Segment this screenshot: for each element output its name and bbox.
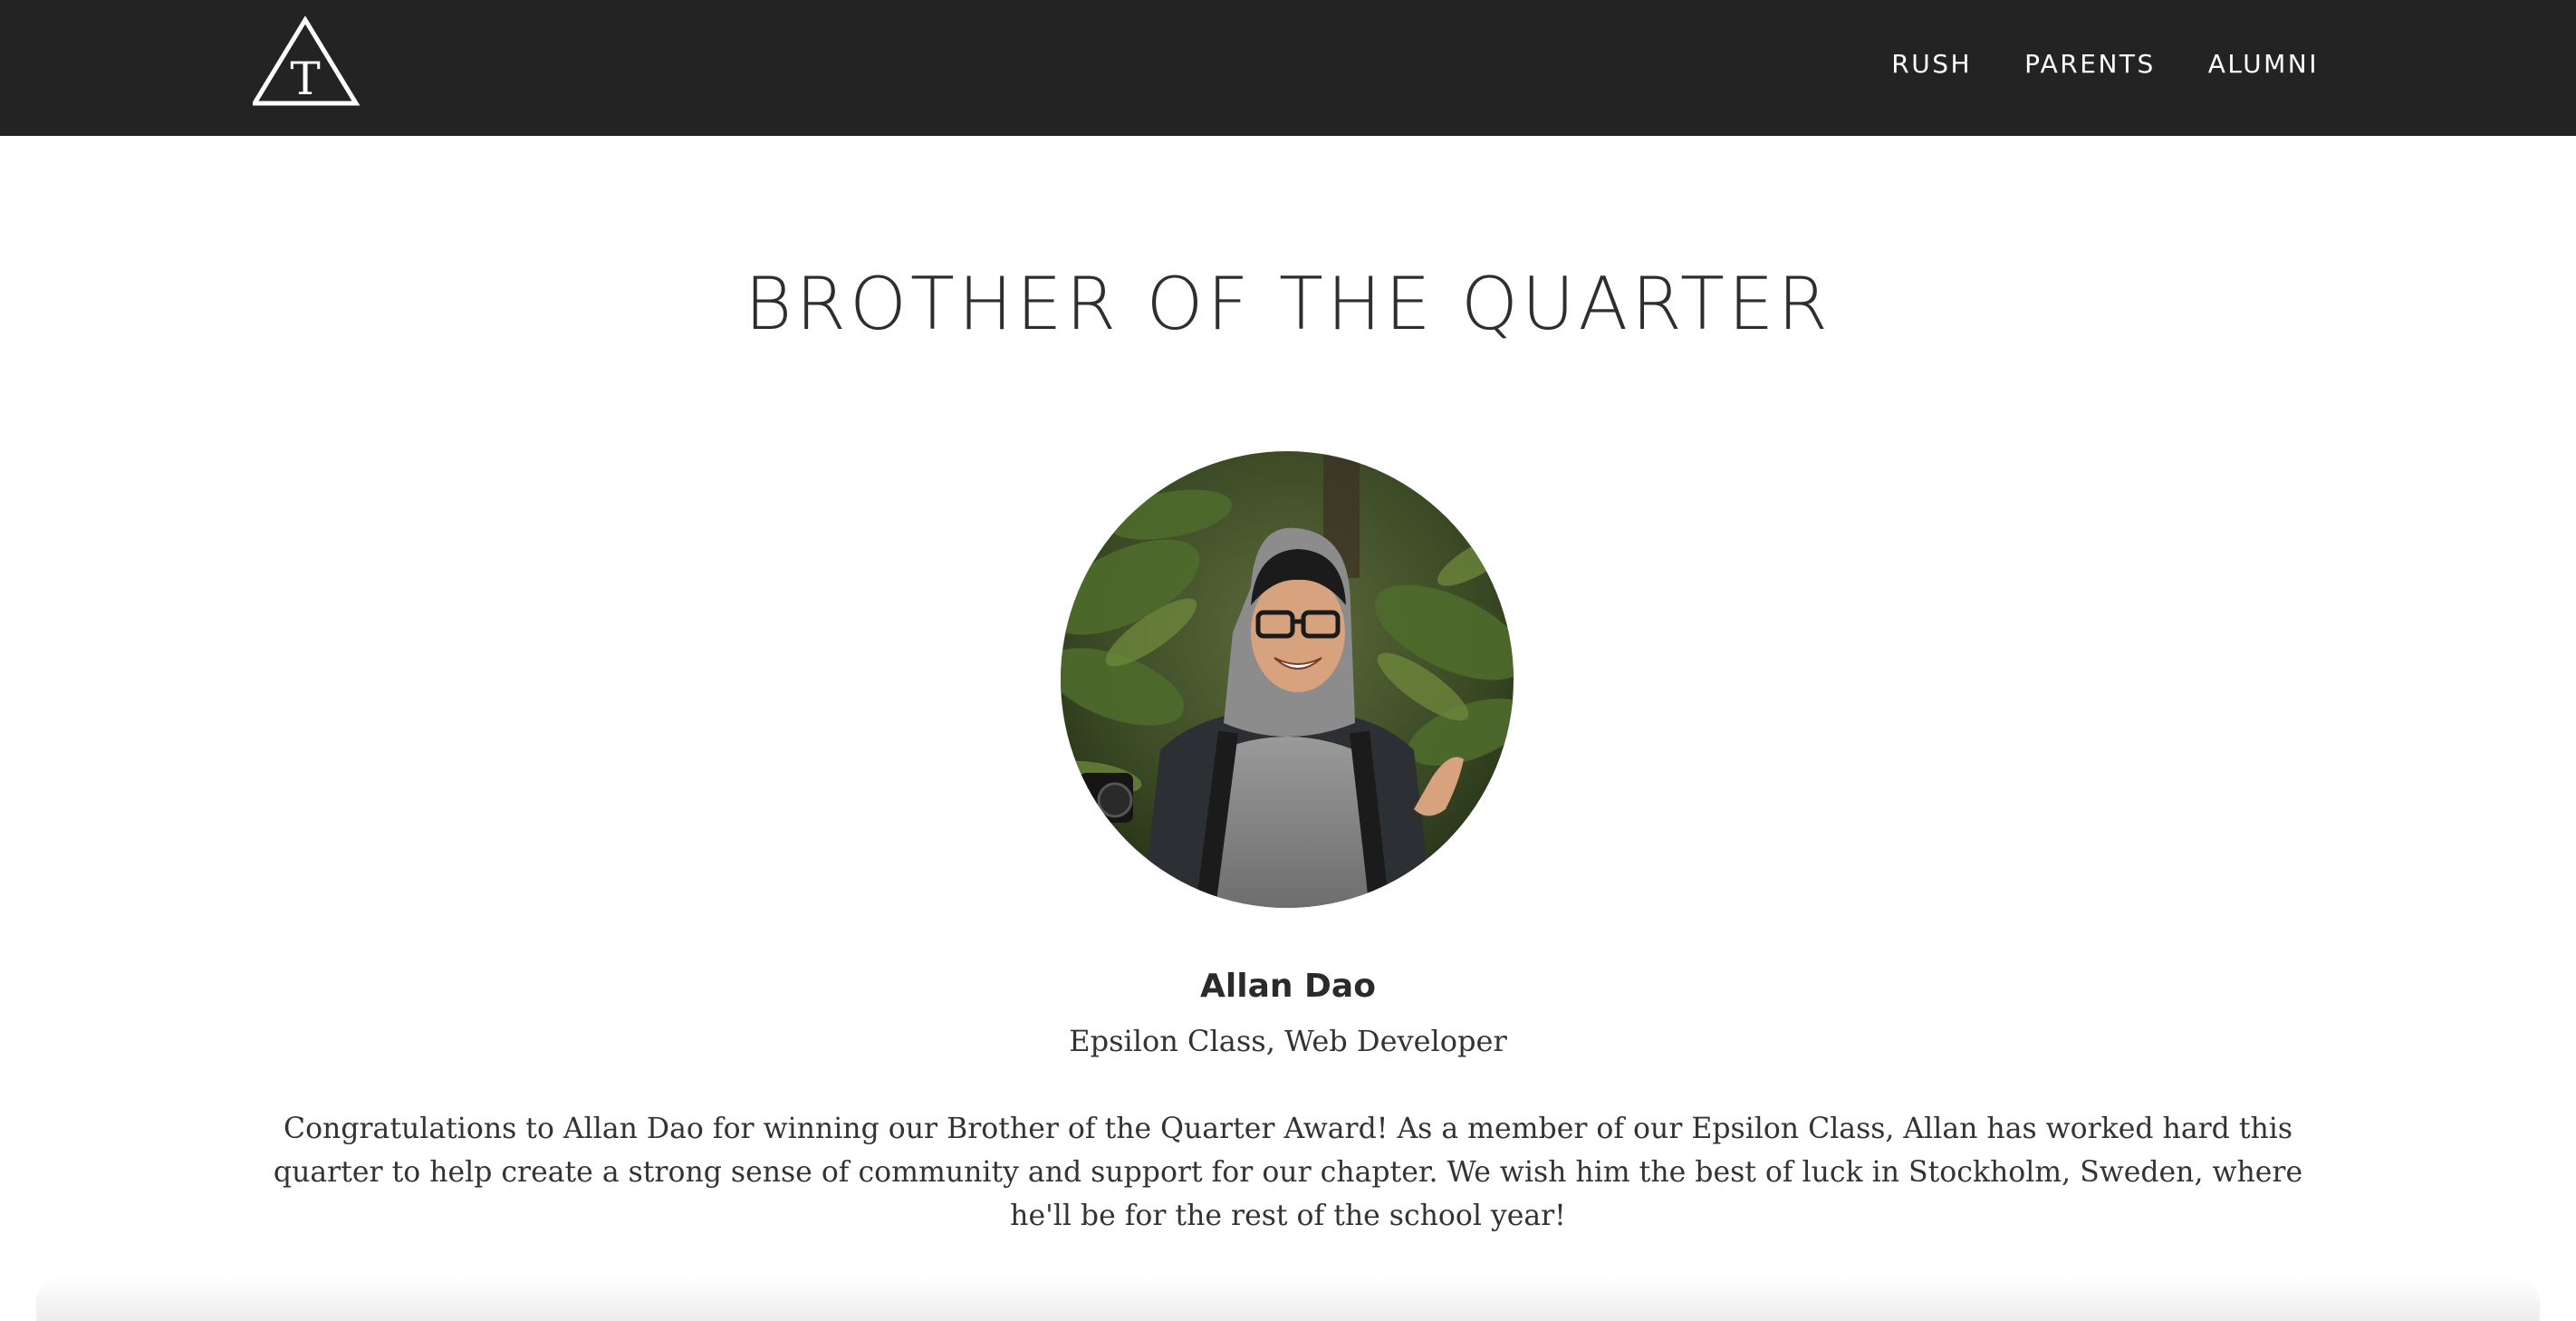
logo-letter: T [290, 53, 320, 105]
member-photo [1061, 451, 1514, 908]
award-description: Congratulations to Allan Dao for winning… [273, 1113, 2303, 1232]
nav-link-alumni[interactable]: ALUMNI [2208, 49, 2319, 79]
nav-link-parents[interactable]: PARENTS [2024, 49, 2156, 79]
main-nav: RUSH PARENTS ALUMNI [1891, 0, 2319, 127]
section-divider-shadow [36, 1276, 2540, 1321]
nav-link-rush[interactable]: RUSH [1891, 49, 1972, 79]
page-title: BROTHER OF THE QUARTER [745, 262, 1831, 346]
member-name: Allan Dao [1200, 968, 1376, 1005]
navbar: T RUSH PARENTS ALUMNI [0, 0, 2576, 136]
member-role: Epsilon Class, Web Developer [1069, 1024, 1507, 1058]
triangle-logo-icon[interactable]: T [253, 16, 361, 107]
